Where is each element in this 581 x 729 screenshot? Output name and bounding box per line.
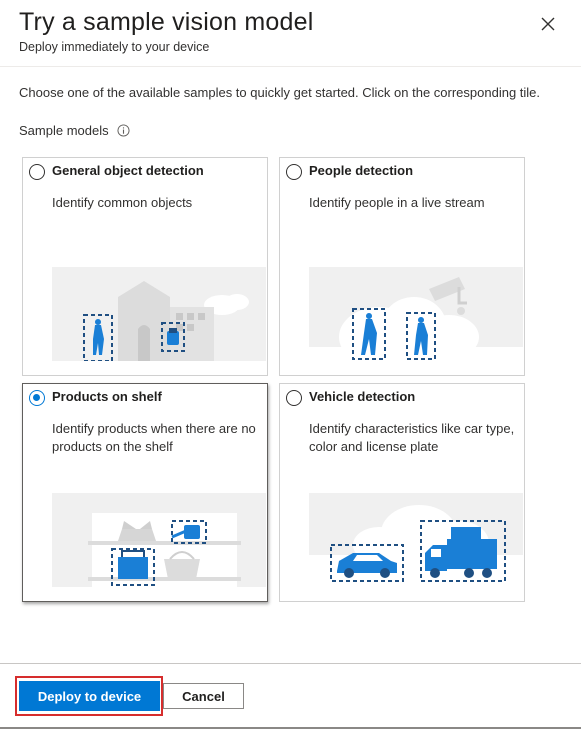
footer-divider <box>0 663 581 664</box>
section-label: Sample models <box>19 123 109 138</box>
radio-vehicle-detection[interactable] <box>286 390 302 406</box>
intro-text: Choose one of the available samples to q… <box>19 85 541 100</box>
tile-general-object-detection[interactable]: General object detection Identify common… <box>22 157 268 376</box>
tile-products-on-shelf[interactable]: Products on shelf Identify products when… <box>22 383 268 602</box>
radio-products-on-shelf[interactable] <box>29 390 45 406</box>
products-on-shelf-illustration <box>52 493 266 587</box>
panel-subtitle: Deploy immediately to your device <box>19 40 210 54</box>
people-detection-illustration <box>309 267 523 361</box>
tile-description: Identify products when there are no prod… <box>52 421 256 454</box>
sample-models-label: Sample models <box>19 123 130 138</box>
tile-vehicle-detection[interactable]: Vehicle detection Identify characteristi… <box>279 383 525 602</box>
tile-title: Vehicle detection <box>309 389 416 404</box>
cancel-button[interactable]: Cancel <box>163 683 244 709</box>
panel-title: Try a sample vision model <box>19 8 314 36</box>
radio-people-detection[interactable] <box>286 164 302 180</box>
tile-description: Identify characteristics like car type, … <box>309 421 515 454</box>
tile-title: Products on shelf <box>52 389 162 404</box>
tile-title: People detection <box>309 163 414 178</box>
info-icon[interactable] <box>117 124 130 137</box>
radio-general-object-detection[interactable] <box>29 164 45 180</box>
general-object-illustration <box>52 267 266 361</box>
tile-people-detection[interactable]: People detection Identify people in a li… <box>279 157 525 376</box>
vehicle-detection-illustration <box>309 493 523 587</box>
tile-title: General object detection <box>52 163 204 178</box>
deploy-to-device-button[interactable]: Deploy to device <box>19 681 160 711</box>
tile-description: Identify people in a live stream <box>309 195 485 210</box>
close-icon[interactable] <box>536 12 560 36</box>
tile-description: Identify common objects <box>52 195 193 210</box>
header-divider <box>0 66 581 67</box>
